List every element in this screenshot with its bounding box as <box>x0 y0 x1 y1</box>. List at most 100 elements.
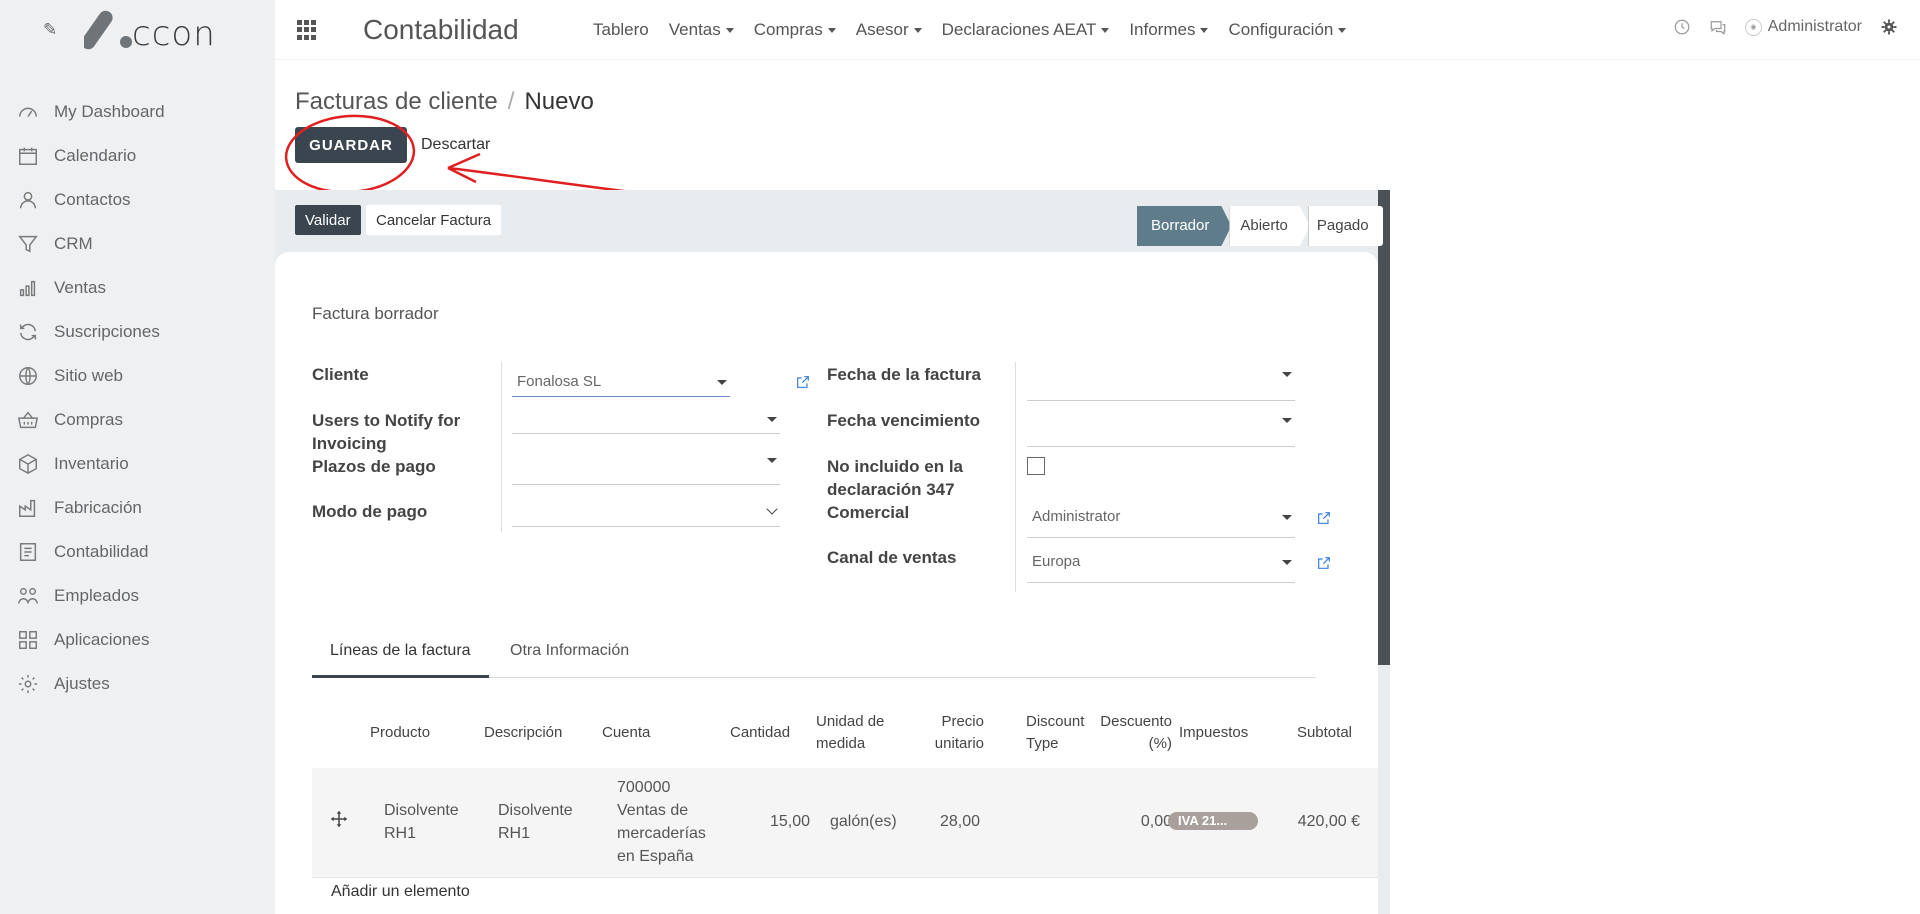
menu-declaraciones[interactable]: Declaraciones AEAT <box>942 20 1110 40</box>
breadcrumb-parent[interactable]: Facturas de cliente <box>295 88 498 115</box>
col-descuento[interactable]: Descuento (%) <box>1094 711 1172 755</box>
sidebar-item-label: Ajustes <box>54 674 110 693</box>
sidebar-item-inventario[interactable]: Inventario <box>0 442 275 486</box>
external-link-icon[interactable] <box>1316 555 1332 571</box>
sidebar-item-compras[interactable]: Compras <box>0 398 275 442</box>
cliente-field[interactable]: Fonalosa SL <box>512 367 730 397</box>
tax-badge[interactable]: IVA 21... <box>1168 812 1258 830</box>
sidebar-item-sitio-web[interactable]: Sitio web <box>0 354 275 398</box>
sidebar-item-aplicaciones[interactable]: Aplicaciones <box>0 618 275 662</box>
col-precio[interactable]: Precio unitario <box>914 711 984 755</box>
sidebar-item-ajustes[interactable]: Ajustes <box>0 662 275 706</box>
sidebar-item-label: CRM <box>54 234 93 253</box>
cell-descuento[interactable]: 0,00 <box>1094 810 1172 833</box>
chat-icon[interactable] <box>1709 18 1727 36</box>
dropdown-caret-icon[interactable] <box>767 417 777 422</box>
modo-pago-select[interactable] <box>512 497 780 527</box>
menu-informes[interactable]: Informes <box>1129 20 1209 40</box>
breadcrumb-separator: / <box>507 88 515 115</box>
user-name: Administrator <box>1767 18 1862 35</box>
tab-lineas-factura[interactable]: Líneas de la factura <box>312 642 489 678</box>
menu-ventas[interactable]: Ventas <box>669 20 734 40</box>
fecha-vencimiento-field[interactable] <box>1027 405 1295 447</box>
sidebar-item-contactos[interactable]: Contactos <box>0 178 275 222</box>
dropdown-caret-icon[interactable] <box>1282 515 1292 520</box>
cell-cuenta[interactable]: 700000 Ventas de mercaderías en España <box>617 776 717 868</box>
save-button[interactable]: GUARDAR <box>295 127 407 163</box>
tab-otra-informacion[interactable]: Otra Información <box>492 642 647 678</box>
menu-compras[interactable]: Compras <box>754 20 836 40</box>
menu-tablero[interactable]: Tablero <box>593 20 649 40</box>
col-subtotal[interactable]: Subtotal <box>1272 722 1352 744</box>
comercial-field[interactable]: Administrator <box>1027 502 1295 538</box>
drag-handle-icon[interactable] <box>330 810 348 828</box>
dropdown-caret-icon[interactable] <box>1282 560 1292 565</box>
globe-icon <box>17 365 39 387</box>
canal-ventas-field[interactable]: Europa <box>1027 547 1295 583</box>
col-cantidad[interactable]: Cantidad <box>730 722 790 744</box>
invoice-lines-header: Producto Descripción Cuenta Cantidad Uni… <box>312 702 1378 772</box>
notify-users-field[interactable] <box>512 404 780 434</box>
sidebar-item-fabricacion[interactable]: Fabricación <box>0 486 275 530</box>
fecha-factura-label: Fecha de la factura <box>827 365 982 384</box>
sidebar-item-label: Fabricación <box>54 498 142 517</box>
sidebar-item-contabilidad[interactable]: Contabilidad <box>0 530 275 574</box>
gear-icon[interactable] <box>1880 18 1898 36</box>
user-menu[interactable]: ◉ Administrator <box>1744 18 1862 36</box>
validate-button[interactable]: Validar <box>295 205 361 235</box>
external-link-icon[interactable] <box>795 374 811 390</box>
table-row[interactable]: Disolvente RH1 Disolvente RH1 700000 Ven… <box>312 768 1378 878</box>
cell-precio[interactable]: 28,00 <box>912 810 980 833</box>
sidebar-item-ventas[interactable]: Ventas <box>0 266 275 310</box>
activity-clock-icon[interactable] <box>1673 18 1691 36</box>
status-step-borrador[interactable]: Borrador <box>1137 206 1231 246</box>
sidebar-item-crm[interactable]: CRM <box>0 222 275 266</box>
col-impuestos[interactable]: Impuestos <box>1179 722 1248 744</box>
menu-asesor[interactable]: Asesor <box>856 20 922 40</box>
menu-configuracion[interactable]: Configuración <box>1228 20 1347 40</box>
no-347-checkbox[interactable] <box>1027 457 1045 475</box>
plazos-field[interactable] <box>512 445 780 485</box>
dropdown-caret-icon[interactable] <box>717 380 727 385</box>
sidebar-item-label: Suscripciones <box>54 322 160 341</box>
dropdown-caret-icon[interactable] <box>1282 418 1292 423</box>
external-link-icon[interactable] <box>1316 510 1332 526</box>
cell-unidad[interactable]: galón(es) <box>830 810 897 833</box>
col-cuenta[interactable]: Cuenta <box>602 722 650 744</box>
sidebar-item-suscripciones[interactable]: Suscripciones <box>0 310 275 354</box>
sidebar-item-label: Sitio web <box>54 366 123 385</box>
menu-label: Ventas <box>668 20 721 39</box>
sidebar-item-label: Inventario <box>54 454 129 473</box>
cell-producto[interactable]: Disolvente RH1 <box>384 799 474 845</box>
fecha-factura-field[interactable] <box>1027 359 1295 401</box>
col-discount-type[interactable]: Discount Type <box>1026 711 1090 755</box>
scrollbar[interactable] <box>1378 190 1390 665</box>
chevron-down-icon[interactable] <box>766 503 778 515</box>
col-producto[interactable]: Producto <box>370 722 430 744</box>
dropdown-caret-icon[interactable] <box>767 458 777 463</box>
col-descripcion[interactable]: Descripción <box>484 722 562 744</box>
apps-grid-icon[interactable] <box>297 20 317 40</box>
sidebar-item-dashboard[interactable]: My Dashboard <box>0 90 275 134</box>
calendar-icon <box>17 145 39 167</box>
menu-label: Configuración <box>1228 20 1334 39</box>
col-unidad[interactable]: Unidad de medida <box>816 711 896 755</box>
caret-down-icon <box>913 28 922 34</box>
sidebar-item-label: Contactos <box>54 190 131 209</box>
dropdown-caret-icon[interactable] <box>1282 372 1292 377</box>
add-line-link[interactable]: Añadir un elemento <box>331 883 470 901</box>
status-step-abierto[interactable]: Abierto <box>1229 206 1310 246</box>
discard-button[interactable]: Descartar <box>421 136 490 154</box>
sidebar-item-calendario[interactable]: Calendario <box>0 134 275 178</box>
cell-cantidad[interactable]: 15,00 <box>752 810 810 833</box>
menu-label: Declaraciones AEAT <box>941 20 1097 39</box>
edit-icon[interactable]: ✎ <box>43 20 57 40</box>
cancel-invoice-button[interactable]: Cancelar Factura <box>366 205 502 235</box>
notebook-tabs: Líneas de la factura Otra Información <box>312 630 1316 678</box>
sidebar-item-label: Contabilidad <box>54 542 149 561</box>
sidebar-item-empleados[interactable]: Empleados <box>0 574 275 618</box>
cell-descripcion[interactable]: Disolvente RH1 <box>498 799 588 845</box>
logo-text: ccon <box>132 14 216 54</box>
status-step-pagado[interactable]: Pagado <box>1307 206 1383 246</box>
cell-subtotal: 420,00 € <box>1297 813 1360 830</box>
